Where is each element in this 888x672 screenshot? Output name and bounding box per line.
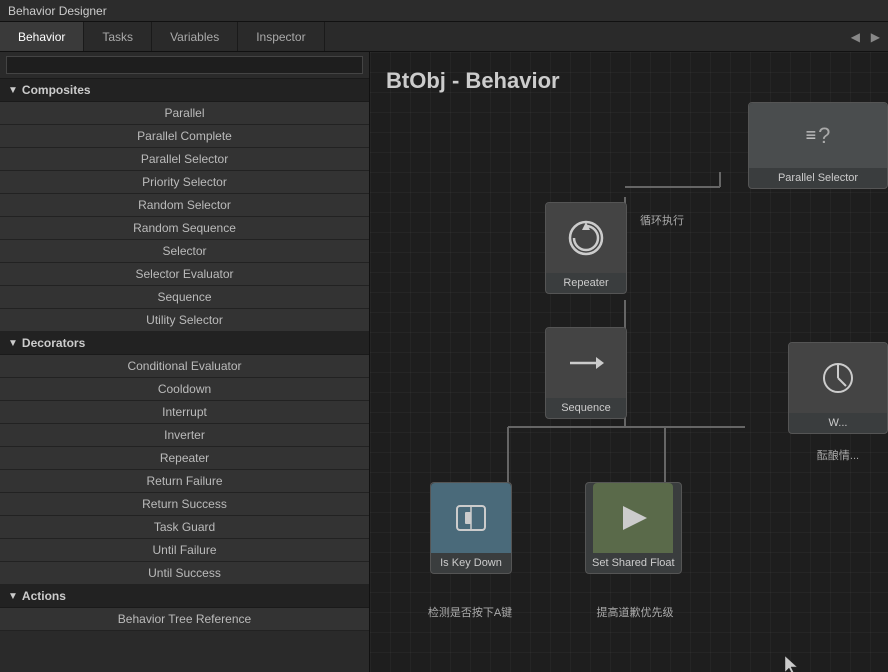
keydown-caption: 检测是否按下A键 [405,604,535,620]
setfloat-icon [613,498,653,538]
tab-bar: Behavior Tasks Variables Inspector ◀ ▶ [0,22,888,52]
keydown-label: Is Key Down [431,553,511,573]
list-item[interactable]: Priority Selector [0,171,369,194]
list-item[interactable]: Utility Selector [0,309,369,332]
title-bar: Behavior Designer [0,0,888,22]
repeater-node[interactable]: Repeater [545,202,627,294]
list-item[interactable]: Repeater [0,447,369,470]
tab-inspector[interactable]: Inspector [238,22,324,51]
search-input[interactable] [6,56,363,74]
list-item[interactable]: Cooldown [0,378,369,401]
sidebar-content[interactable]: ▼ Composites Parallel Parallel Complete … [0,79,369,672]
tab-scroll-right[interactable]: ▶ [863,22,888,51]
right-partial-caption: 酝酿情... [788,447,888,463]
list-item[interactable]: Sequence [0,286,369,309]
list-item[interactable]: Parallel [0,102,369,125]
sequence-node[interactable]: Sequence [545,327,627,419]
list-item[interactable]: Interrupt [0,401,369,424]
list-item[interactable]: Random Selector [0,194,369,217]
right-partial-node[interactable]: W... [788,342,888,434]
repeater-label: Repeater [546,273,626,293]
list-item[interactable]: Task Guard [0,516,369,539]
sidebar: ▼ Composites Parallel Parallel Complete … [0,52,370,672]
section-decorators[interactable]: ▼ Decorators [0,332,369,355]
actions-arrow: ▼ [8,591,18,602]
right-partial-label: W... [789,413,887,433]
tab-behavior[interactable]: Behavior [0,22,84,51]
list-item[interactable]: Conditional Evaluator [0,355,369,378]
cursor-icon [785,656,799,672]
tab-variables[interactable]: Variables [152,22,238,51]
repeater-caption: 循环执行 [640,212,684,228]
setfloat-label: Set Shared Float [586,553,681,573]
main-content: ▼ Composites Parallel Parallel Complete … [0,52,888,672]
decorators-arrow: ▼ [8,338,18,349]
list-item[interactable]: Random Sequence [0,217,369,240]
list-item[interactable]: Selector Evaluator [0,263,369,286]
section-actions[interactable]: ▼ Actions [0,585,369,608]
sequence-icon [566,348,606,378]
parallel-selector-label: Parallel Selector [749,168,887,188]
canvas[interactable]: BtObj - Behavior ≡? Parallel Selector [370,52,888,672]
repeater-icon [566,218,606,258]
list-item[interactable]: Return Failure [0,470,369,493]
list-item[interactable]: Parallel Selector [0,148,369,171]
right-partial-icon [818,358,858,398]
setfloat-caption: 提高道歉优先级 [565,604,705,620]
list-item[interactable]: Selector [0,240,369,263]
list-item[interactable]: Behavior Tree Reference [0,608,369,631]
search-bar [0,52,369,79]
keydown-node[interactable]: Is Key Down [430,482,512,574]
list-item[interactable]: Inverter [0,424,369,447]
section-composites[interactable]: ▼ Composites [0,79,369,102]
parallel-selector-node[interactable]: ≡? Parallel Selector [748,102,888,189]
list-item[interactable]: Until Failure [0,539,369,562]
keydown-icon [451,498,491,538]
cursor [785,656,799,672]
app-title: Behavior Designer [8,4,107,18]
composites-arrow: ▼ [8,85,18,96]
tab-tasks[interactable]: Tasks [84,22,152,51]
list-item[interactable]: Until Success [0,562,369,585]
list-item[interactable]: Parallel Complete [0,125,369,148]
canvas-title: BtObj - Behavior [386,68,560,94]
sequence-label: Sequence [546,398,626,418]
setfloat-node[interactable]: Set Shared Float [585,482,682,574]
list-item[interactable]: Return Success [0,493,369,516]
